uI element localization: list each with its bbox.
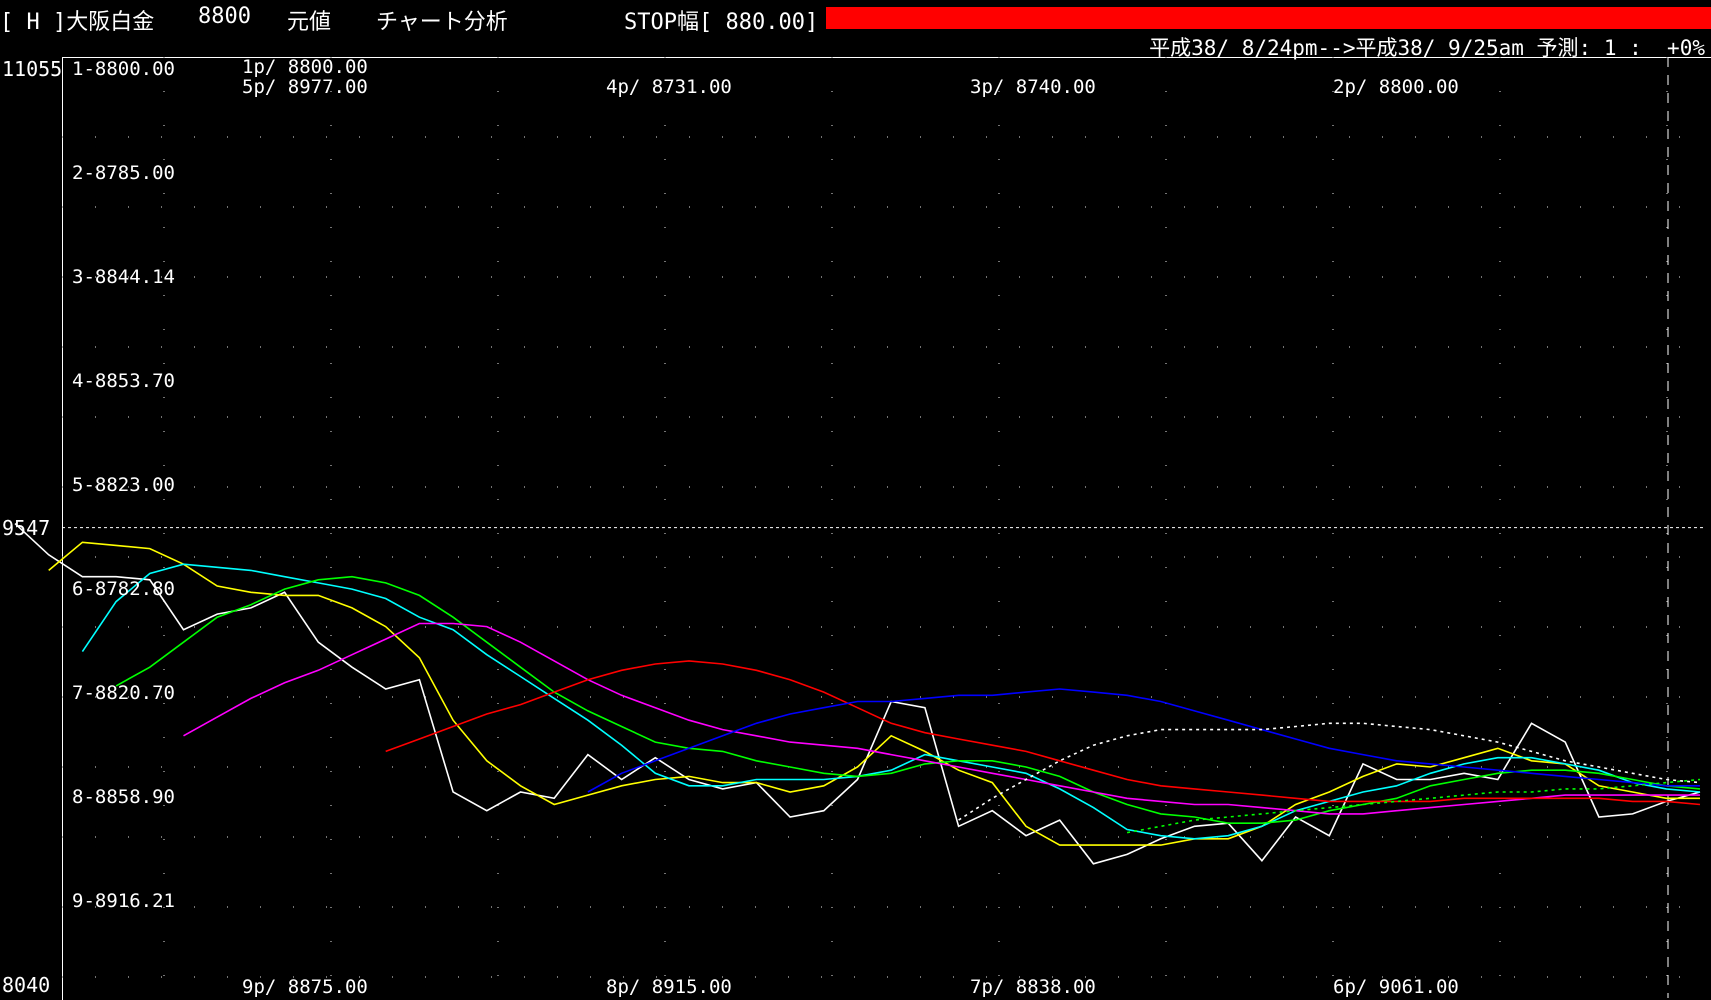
p-label: 6p/ 9061.00 [1333,976,1459,998]
p-label: 3p/ 8740.00 [970,76,1096,98]
row-label: 5-8823.00 [72,474,175,496]
p-label: 7p/ 8838.00 [970,976,1096,998]
p-label: 9p/ 8875.00 [242,976,368,998]
row-label: 4-8853.70 [72,370,175,392]
row-label: 9-8916.21 [72,890,175,912]
row-label: 3-8844.14 [72,266,175,288]
series-line-4 [183,622,1700,815]
row-label: 7-8820.70 [72,682,175,704]
y-tick-mid: 9547 [2,516,51,540]
p-label: 4p/ 8731.00 [606,76,732,98]
row-label: 2-8785.00 [72,162,175,184]
p-label: 8p/ 8915.00 [606,976,732,998]
p-label: 1p/ 8800.00 [242,56,368,78]
y-tick-bottom: 8040 [2,973,51,997]
row-label: 6-8782.80 [72,578,175,600]
p-label: 2p/ 8800.00 [1333,76,1459,98]
series-line-6 [587,688,1700,793]
row-label: 1-8800.00 [72,58,175,80]
row-label: 8-8858.90 [72,786,175,808]
y-tick-top: 11055 [2,57,63,81]
line-chart [14,57,1706,998]
p-label: 5p/ 8977.00 [242,76,368,98]
series-line-0 [14,523,1701,865]
